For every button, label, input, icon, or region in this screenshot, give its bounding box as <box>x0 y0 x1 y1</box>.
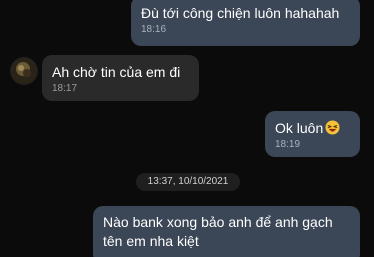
message-timestamp: 18:16 <box>141 24 167 35</box>
message-bubble-outgoing[interactable]: Nào bank xong bảo anh để anh gạch tên em… <box>93 206 360 257</box>
message-text: Nào bank xong bảo anh để anh gạch tên em… <box>103 214 333 249</box>
date-separator: 13:37, 10/10/2021 <box>136 173 240 191</box>
avatar[interactable] <box>11 58 37 84</box>
message-text-content: Ok luôn <box>275 120 324 136</box>
message-text: Ah chờ tin của em đi <box>52 64 181 80</box>
message-text: Đù tới công chiện luôn hahahah <box>141 5 340 21</box>
message-bubble-incoming[interactable]: Ah chờ tin của em đi 18:17 <box>42 55 199 101</box>
message-bubble-outgoing[interactable]: Ok luôn 18:19 <box>265 111 360 157</box>
message-bubble-outgoing[interactable]: Đù tới công chiện luôn hahahah 18:16 <box>131 0 360 46</box>
message-timestamp: 18:19 <box>275 139 301 150</box>
laughing-emoji-icon <box>325 120 340 135</box>
chat-thread: Đù tới công chiện luôn hahahah 18:16 Ah … <box>0 0 374 257</box>
message-timestamp: 18:17 <box>52 83 78 94</box>
message-text: Ok luôn <box>275 118 350 138</box>
